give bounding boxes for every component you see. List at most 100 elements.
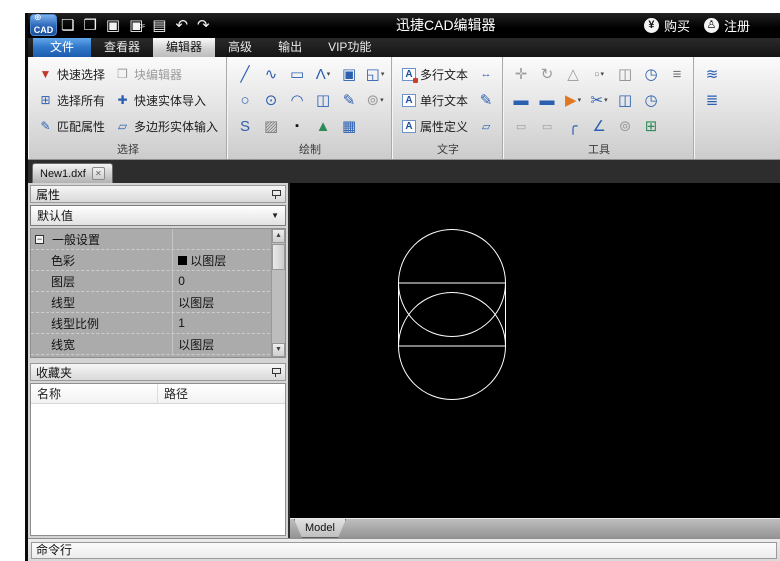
edit-text-icon[interactable]: ▱ [474, 113, 498, 139]
close-icon[interactable]: ✕ [92, 167, 105, 180]
chamfer-icon[interactable]: ∠ [587, 113, 611, 139]
buy-button[interactable]: ¥ 购买 [644, 16, 690, 35]
new-file-icon[interactable]: ❏ [61, 18, 74, 33]
align-icon[interactable]: ≡ [665, 61, 689, 87]
favorites-column-headers: 名称路径 [31, 384, 285, 404]
block-editor-icon: ❒ [115, 67, 130, 81]
dimension-text-icon[interactable]: ↔ [474, 61, 498, 87]
ribbon-column: ✛▬▭ [509, 61, 533, 143]
scroll-down-button[interactable]: ▼ [272, 343, 285, 357]
save-pdf-icon[interactable]: ▣PDF [129, 18, 143, 33]
cad-logo[interactable]: ⊕ CAD [30, 14, 57, 36]
property-row[interactable]: 线型比例1 [31, 313, 285, 334]
document-tab[interactable]: New1.dxf ✕ [32, 163, 113, 183]
property-value[interactable]: 以图层 [173, 294, 285, 311]
revision-cloud-icon[interactable]: ≋ [700, 61, 724, 87]
property-value[interactable]: 1 [173, 316, 285, 330]
menu-item-file[interactable]: 文件 [33, 38, 91, 57]
group-circles-icon: ⊚ [613, 113, 637, 139]
rectangle-icon[interactable]: ▭ [285, 61, 309, 87]
magic-trim-icon[interactable]: ✂▾ [587, 87, 611, 113]
collapse-icon[interactable]: − [35, 235, 44, 244]
block-editor-button: ❒块编辑器 [111, 61, 222, 87]
sketch-icon[interactable]: ∿ [259, 61, 283, 87]
chevron-down-icon[interactable]: ▾ [578, 96, 582, 104]
property-value[interactable]: 以图层 [173, 336, 285, 353]
property-row[interactable]: 线型以图层 [31, 292, 285, 313]
hatch-icon[interactable]: ▨ [259, 113, 283, 139]
buy-label: 购买 [664, 16, 690, 35]
menu-item-VIP功能[interactable]: VIP功能 [315, 38, 384, 57]
vertical-scrollbar[interactable]: ▲▼ [271, 229, 285, 357]
pencil-icon[interactable]: ✎ [337, 87, 361, 113]
property-row[interactable]: 色彩以图层 [31, 250, 285, 271]
select-all-button[interactable]: ⊞选择所有 [34, 87, 109, 113]
copy-stack-2-icon[interactable]: ◫ [613, 87, 637, 113]
ribbon-column: ↻▬▭ [535, 61, 559, 143]
arc-icon[interactable]: ◠ [285, 87, 309, 113]
multiline-text-button[interactable]: A多行文本 [398, 61, 472, 87]
command-line-input[interactable]: 命令行 [31, 542, 777, 559]
menu-item-查看器[interactable]: 查看器 [91, 38, 153, 57]
preset-dropdown[interactable]: 默认值 ▼ [30, 205, 286, 226]
point-list-icon[interactable]: ≣ [700, 87, 724, 113]
property-row[interactable]: 图层0 [31, 271, 285, 292]
multiline-text-icon: A [402, 68, 416, 81]
match-properties-button[interactable]: ✎匹配属性 [34, 113, 109, 139]
scroll-thumb[interactable] [272, 244, 285, 270]
model-tab[interactable]: Model [294, 519, 346, 538]
favorites-column-name[interactable]: 名称 [31, 384, 158, 403]
paste-panel-1-icon[interactable]: ▬ [509, 87, 533, 113]
spline-icon[interactable]: S [233, 113, 257, 139]
chevron-down-icon[interactable]: ▾ [380, 96, 384, 104]
trim-1-icon: ▭ [509, 113, 533, 139]
register-button[interactable]: ♙ 注册 [704, 16, 750, 35]
region-icon[interactable]: ◱▾ [363, 61, 387, 87]
pick-cursor-icon[interactable]: ▶▾ [561, 87, 585, 113]
property-label: 线宽 [31, 334, 173, 354]
menu-item-编辑器[interactable]: 编辑器 [153, 38, 215, 57]
paste-panel-2-icon[interactable]: ▬ [535, 87, 559, 113]
property-group-row[interactable]: −一般设置 [31, 229, 285, 250]
table-icon[interactable]: ▦ [337, 113, 361, 139]
menu-item-高级[interactable]: 高级 [215, 38, 265, 57]
open-folder-icon[interactable]: ❒ [83, 18, 96, 33]
fillet-icon[interactable]: ╭ [561, 113, 585, 139]
drawing-canvas[interactable] [290, 183, 780, 518]
circle-icon[interactable]: ○ [233, 87, 257, 113]
chevron-down-icon[interactable]: ▾ [604, 96, 608, 104]
undo-icon[interactable]: ↶ [175, 18, 188, 33]
pin-icon[interactable] [271, 189, 280, 199]
quick-select-button[interactable]: ▼快速选择 [34, 61, 109, 87]
polygon-entity-input-button[interactable]: ▱多边形实体输入 [111, 113, 222, 139]
block-copy-icon[interactable]: ◫ [311, 87, 335, 113]
property-row[interactable]: 线宽以图层 [31, 334, 285, 355]
image-icon[interactable]: ▲ [311, 113, 335, 139]
line-icon[interactable]: ╱ [233, 61, 257, 87]
history-icon[interactable]: ◷ [639, 87, 663, 113]
scroll-up-button[interactable]: ▲ [272, 229, 285, 243]
chevron-down-icon[interactable]: ▾ [381, 70, 385, 78]
chevron-down-icon[interactable]: ▾ [600, 70, 604, 78]
print-icon[interactable]: ▤ [152, 18, 166, 33]
menu-item-输出[interactable]: 输出 [265, 38, 315, 57]
property-value[interactable]: 以图层 [173, 252, 285, 269]
save-icon[interactable]: ▣ [106, 18, 120, 33]
copy-stack-icon[interactable]: ◫ [613, 61, 637, 87]
ellipse-icon[interactable]: ⊙ [259, 87, 283, 113]
favorites-column-path[interactable]: 路径 [158, 384, 188, 403]
ribbon-column: ❒块编辑器✚快速实体导入▱多边形实体输入 [111, 61, 222, 143]
history-redo-icon[interactable]: ◷ [639, 61, 663, 87]
attribute-define-button[interactable]: A属性定义 [398, 113, 472, 139]
pin-icon[interactable] [271, 367, 280, 377]
database-add-icon[interactable]: ⊞ [639, 113, 663, 139]
polyline-icon[interactable]: Λ▾ [311, 61, 335, 87]
property-value[interactable]: 0 [173, 274, 285, 288]
singleline-text-button[interactable]: A单行文本 [398, 87, 472, 113]
redo-icon[interactable]: ↷ [197, 18, 210, 33]
text-style-edit-icon[interactable]: ✎ [474, 87, 498, 113]
quick-entity-import-button[interactable]: ✚快速实体导入 [111, 87, 222, 113]
point-icon[interactable]: ▪ [285, 113, 309, 139]
chevron-down-icon[interactable]: ▾ [327, 70, 331, 78]
block-insert-icon[interactable]: ▣ [337, 61, 361, 87]
